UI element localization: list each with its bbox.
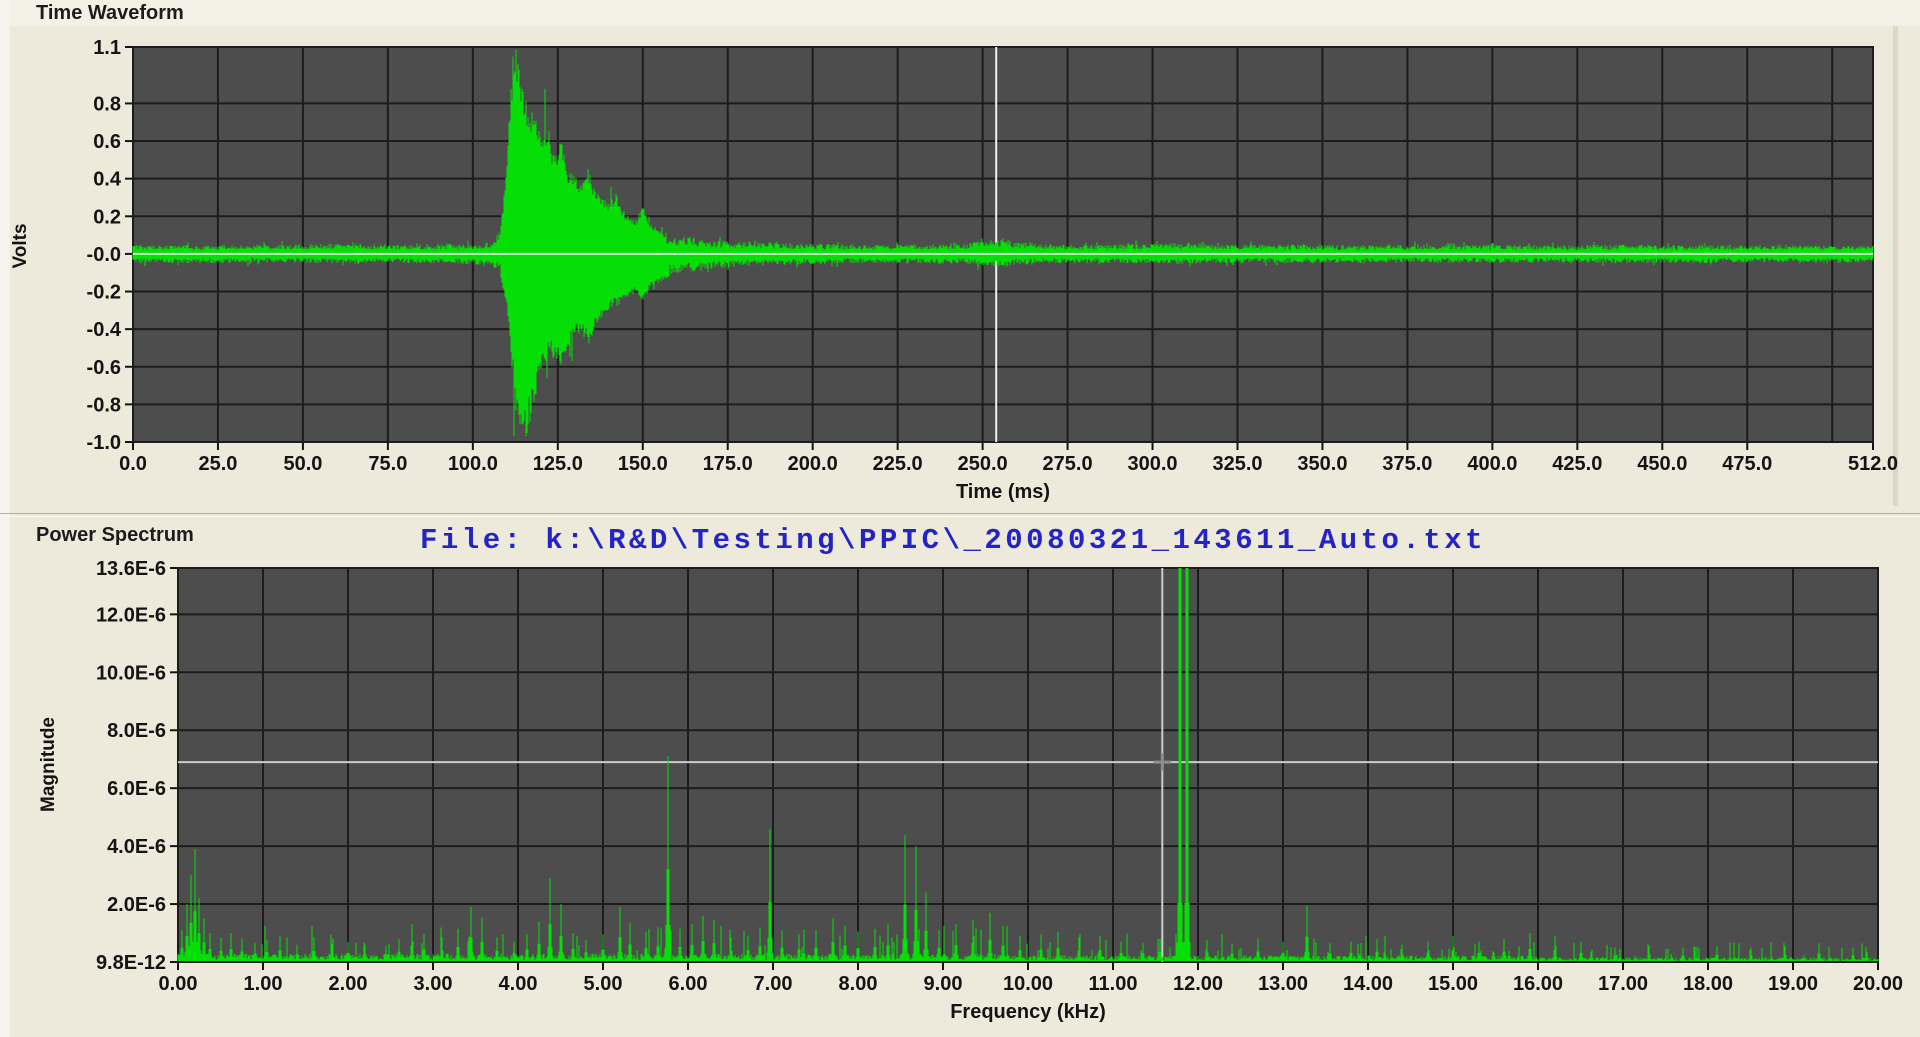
- x-axis-tick-label: 512.0: [1848, 453, 1898, 475]
- x-axis-tick-label: 17.00: [1598, 973, 1648, 995]
- x-axis-tick-label: 250.0: [958, 453, 1008, 475]
- x-axis-tick-label: 375.0: [1382, 453, 1432, 475]
- x-axis-tick-label: 7.00: [754, 973, 793, 995]
- x-axis-tick-label: 10.00: [1003, 973, 1053, 995]
- x-axis-tick-label: 12.00: [1173, 973, 1223, 995]
- charts-canvas: 0.0 25.0 50.0 75.0 100.0 125.0 150.0 175.0 200.0…: [0, 0, 1920, 1037]
- x-axis-tick-label: 3.00: [414, 973, 453, 995]
- x-axis-tick-label: 325.0: [1212, 453, 1262, 475]
- x-axis-tick-label: 225.0: [873, 453, 923, 475]
- x-axis-tick-label: 16.00: [1513, 973, 1563, 995]
- y-axis-tick-label: 4.0E-6: [107, 836, 166, 858]
- x-axis-tick-label: 75.0: [368, 453, 407, 475]
- y-axis-tick-label: 1.1: [93, 37, 121, 59]
- x-axis-tick-label: 15.00: [1428, 973, 1478, 995]
- x-axis-tick-label: 13.00: [1258, 973, 1308, 995]
- x-axis-tick-label: 150.0: [618, 453, 668, 475]
- time-waveform-title: Time Waveform: [36, 2, 184, 25]
- y-axis-tick-label: -0.6: [87, 357, 121, 379]
- data-file-path-label: File: k:\R&D\Testing\PPIC\_20080321_1436…: [420, 524, 1486, 557]
- y-axis-tick-label: 13.6E-6: [96, 558, 166, 580]
- x-axis-tick-label: 0.0: [119, 453, 147, 475]
- x-axis-tick-label: 11.00: [1089, 973, 1138, 995]
- x-axis-tick-label: 25.0: [198, 453, 237, 475]
- x-axis-tick-label: 300.0: [1128, 453, 1178, 475]
- y-axis-tick-label: 8.0E-6: [107, 720, 166, 742]
- volts-axis-title: Volts: [10, 211, 32, 281]
- x-axis-tick-label: 400.0: [1467, 453, 1517, 475]
- y-axis-tick-label: -0.8: [87, 394, 121, 416]
- x-axis-tick-label: 5.00: [584, 973, 623, 995]
- power-spectrum-graph: 0.00 1.00 2.00 3.00 4.00 5.00 6.00 7.00 8.00 9.00…: [96, 558, 1903, 995]
- x-axis-tick-label: 20.00: [1853, 973, 1903, 995]
- y-axis-tick-label: 0.2: [93, 206, 121, 228]
- magnitude-axis-title: Magnitude: [38, 720, 60, 812]
- x-axis-tick-label: 9.00: [924, 973, 963, 995]
- x-axis-tick-label: 14.00: [1343, 973, 1393, 995]
- x-axis-tick-label: 1.00: [244, 973, 283, 995]
- x-axis-tick-label: 2.00: [329, 973, 368, 995]
- x-axis-tick-label: 100.0: [448, 453, 498, 475]
- x-axis-tick-label: 475.0: [1722, 453, 1772, 475]
- x-axis-tick-label: 125.0: [533, 453, 583, 475]
- time-waveform-graph: 0.0 25.0 50.0 75.0 100.0 125.0 150.0 175.0 200.0…: [87, 37, 1899, 475]
- x-axis-tick-label: 350.0: [1297, 453, 1347, 475]
- x-axis-tick-label: 275.0: [1043, 453, 1093, 475]
- x-axis-tick-label: 175.0: [703, 453, 753, 475]
- y-axis-tick-label: 0.8: [93, 93, 121, 115]
- x-axis-tick-label: 0.00: [159, 973, 198, 995]
- y-axis-tick-label: -1.0: [87, 432, 121, 454]
- y-axis-tick-label: 10.0E-6: [96, 662, 166, 684]
- time-axis-title: Time (ms): [903, 481, 1103, 504]
- y-axis-tick-label: 6.0E-6: [107, 778, 166, 800]
- y-axis-tick-label: 0.6: [93, 131, 121, 153]
- x-axis-tick-label: 200.0: [788, 453, 838, 475]
- y-axis-tick-label: 9.8E-12: [96, 952, 166, 974]
- power-spectrum-title: Power Spectrum: [36, 524, 194, 547]
- y-axis-tick-label: 2.0E-6: [107, 894, 166, 916]
- y-axis-tick-label: -0.0: [87, 244, 121, 266]
- x-axis-tick-label: 4.00: [499, 973, 538, 995]
- x-axis-tick-label: 18.00: [1683, 973, 1733, 995]
- y-axis-tick-label: 12.0E-6: [96, 604, 166, 626]
- y-axis-tick-label: 0.4: [93, 169, 122, 191]
- x-axis-tick-label: 8.00: [839, 973, 878, 995]
- x-axis-tick-label: 450.0: [1637, 453, 1687, 475]
- x-axis-tick-label: 425.0: [1552, 453, 1602, 475]
- x-axis-tick-label: 19.00: [1768, 973, 1818, 995]
- x-axis-tick-label: 6.00: [669, 973, 708, 995]
- frequency-axis-title: Frequency (kHz): [928, 1001, 1128, 1024]
- y-axis-tick-label: -0.4: [87, 319, 122, 341]
- x-axis-tick-label: 50.0: [283, 453, 322, 475]
- y-axis-tick-label: -0.2: [87, 282, 121, 304]
